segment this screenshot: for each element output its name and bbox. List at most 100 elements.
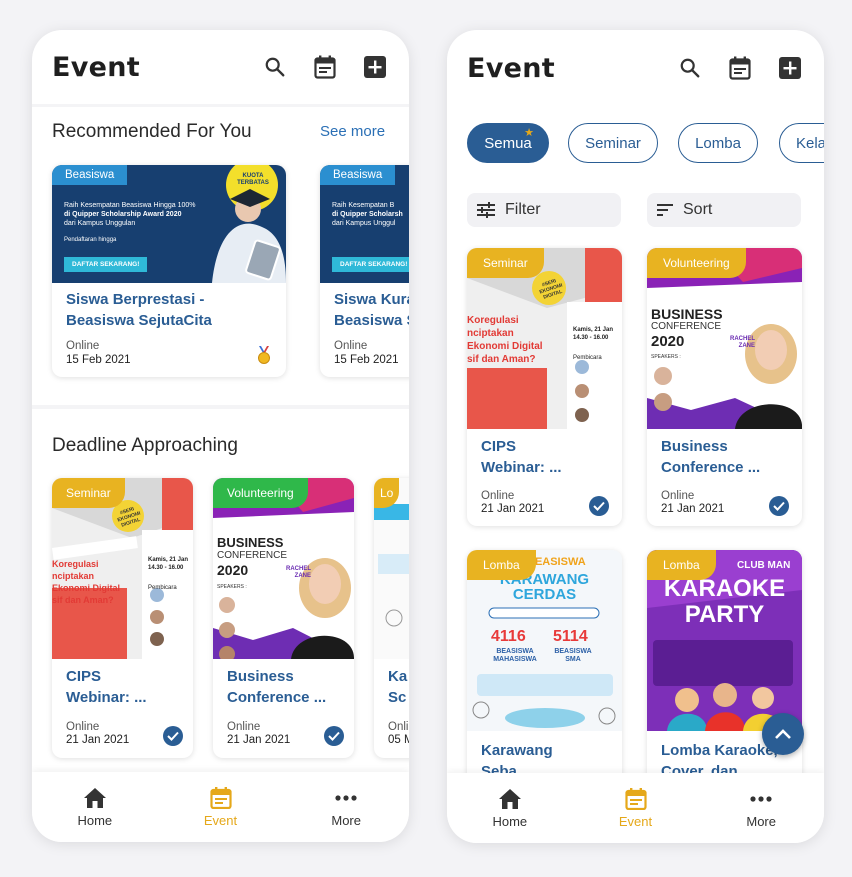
- check-icon: [163, 726, 183, 746]
- search-icon[interactable]: [678, 56, 702, 80]
- filter-chip-lomba[interactable]: Lomba: [678, 123, 758, 163]
- add-icon[interactable]: [363, 55, 387, 79]
- calendar-icon: [209, 786, 232, 809]
- poster-text: BEASISWA MAHASISWA: [493, 648, 537, 663]
- more-icon: [335, 794, 357, 801]
- event-date: 15 Feb 2021: [66, 354, 131, 366]
- filter-chip-semua[interactable]: Semua ★: [467, 123, 549, 163]
- scroll-top-button[interactable]: [762, 713, 804, 755]
- event-mode: Online: [227, 721, 261, 733]
- banner-text: di Quipper Scholarsh: [332, 211, 403, 218]
- bottom-nav: Home Event More: [32, 772, 409, 842]
- category-badge: Seminar: [52, 478, 125, 508]
- nav-home[interactable]: Home: [32, 772, 158, 842]
- banner-text: dari Kampus Unggul: [332, 220, 396, 227]
- category-badge: Beasiswa: [320, 165, 396, 185]
- event-card[interactable]: BUSINESS CONFERENCE 2020 RACHEL ZANE SPE…: [213, 478, 354, 758]
- card-title: Ka Sc: [388, 668, 408, 706]
- home-icon: [498, 788, 521, 809]
- filter-chip-seminar[interactable]: Seminar: [568, 123, 658, 163]
- nav-more[interactable]: More: [283, 772, 409, 842]
- poster-text: SPEAKERS :: [217, 584, 247, 590]
- ribbon-text: KUOTA TERBATAS: [237, 173, 269, 186]
- event-card[interactable]: BUSINESS CONFERENCE 2020 RACHEL ZANE SPE…: [647, 248, 802, 526]
- chevron-up-icon: [775, 729, 791, 739]
- nav-more[interactable]: More: [698, 773, 824, 843]
- filter-button[interactable]: Filter: [467, 193, 621, 227]
- poster-text: Pembicara: [148, 585, 177, 591]
- app-header: Event: [32, 30, 409, 104]
- event-card[interactable]: #SERI EKONOMI DIGITAL Koregulasi nciptak…: [52, 478, 193, 758]
- poster-text: 2020: [217, 562, 249, 578]
- calendar-icon: [624, 787, 647, 810]
- poster-text: sif dan Aman?: [52, 595, 114, 605]
- card-title: Lomba Karaoke, Cover, dan: [661, 742, 778, 773]
- poster-text: BUSINESS: [651, 306, 723, 322]
- search-icon[interactable]: [263, 55, 287, 79]
- sort-label: Sort: [683, 201, 713, 218]
- event-card[interactable]: BEASISWA KARAWANG CERDAS 4116 5114 BEASI…: [467, 550, 622, 773]
- event-mode: Onli: [388, 721, 409, 733]
- event-date: 21 Jan 2021: [66, 734, 130, 746]
- banner-text: Raih Kesempatan Beasiswa Hingga 100%: [64, 202, 196, 209]
- check-icon: [324, 726, 344, 746]
- category-badge: Volunteering: [213, 478, 308, 508]
- poster-text: Ekonomi Digital: [467, 341, 543, 352]
- bottom-nav: Home Event More: [447, 773, 824, 843]
- banner-text: Raih Kesempatan B: [332, 202, 395, 209]
- event-card[interactable]: #SERI EKONOMI DIGITAL Koregulasi nciptak…: [467, 248, 622, 526]
- see-more-link[interactable]: See more: [320, 123, 385, 140]
- event-grid[interactable]: #SERI EKONOMI DIGITAL Koregulasi nciptak…: [447, 245, 824, 773]
- banner-cta: DAFTAR SEKARANG!: [64, 257, 148, 272]
- event-card[interactable]: Raih Kesempatan Beasiswa Hingga 100% di …: [52, 165, 286, 377]
- poster-text: nciptakan: [467, 328, 514, 339]
- poster-text: 2020: [651, 333, 685, 350]
- event-mode: Online: [66, 721, 100, 733]
- nav-label: More: [331, 812, 361, 828]
- poster-text: BEASISWA: [527, 556, 586, 568]
- event-card[interactable]: Lo Ka Sc Onli 05 M: [374, 478, 409, 758]
- event-date: 05 M: [388, 734, 409, 746]
- calendar-icon[interactable]: [313, 55, 337, 79]
- poster-text: 14.30 - 16.00: [148, 565, 184, 571]
- poster-text: Koregulasi: [52, 559, 99, 569]
- sort-icon: [657, 204, 673, 216]
- app-header: Event: [447, 31, 824, 105]
- event-date: 21 Jan 2021: [481, 503, 545, 515]
- calendar-icon[interactable]: [728, 56, 752, 80]
- nav-event[interactable]: Event: [573, 773, 699, 843]
- poster-text: sif dan Aman?: [467, 354, 536, 365]
- filter-icon: [477, 202, 495, 218]
- deadline-carousel[interactable]: #SERI EKONOMI DIGITAL Koregulasi nciptak…: [32, 470, 409, 770]
- card-title: CIPS Webinar: ...: [66, 668, 147, 706]
- event-mode: Online: [334, 340, 368, 352]
- event-mode: Online: [66, 340, 100, 352]
- filter-chip-kelas[interactable]: Kela: [779, 123, 824, 163]
- poster-text: nciptakan: [52, 571, 95, 581]
- nav-label: Event: [618, 813, 653, 829]
- poster-text: PARTY: [684, 601, 765, 628]
- nav-home[interactable]: Home: [447, 773, 573, 843]
- poster-text: CLUB MAN: [737, 560, 791, 571]
- card-title: Business Conference ...: [227, 668, 327, 706]
- banner-text: di Quipper Scholarship Award 2020: [64, 211, 182, 218]
- poster-text: SPEAKERS :: [651, 354, 681, 360]
- nav-label: Home: [492, 813, 528, 829]
- event-date: 21 Jan 2021: [227, 734, 291, 746]
- poster-text: RACHEL ZANE: [286, 566, 311, 579]
- category-badge: Seminar: [467, 248, 544, 278]
- add-icon[interactable]: [778, 56, 802, 80]
- check-icon: [769, 496, 789, 516]
- recommended-carousel[interactable]: Raih Kesempatan Beasiswa Hingga 100% di …: [32, 160, 409, 385]
- event-date: 15 Feb 2021: [334, 354, 399, 366]
- event-card[interactable]: Raih Kesempatan B di Quipper Scholarsh d…: [320, 165, 409, 377]
- sort-button[interactable]: Sort: [647, 193, 801, 227]
- star-icon: ★: [524, 127, 534, 139]
- nav-event[interactable]: Event: [158, 772, 284, 842]
- category-badge: Lomba: [467, 550, 536, 580]
- poster-text: CONFERENCE: [217, 550, 288, 561]
- banner-text: dari Kampus Unggulan: [64, 220, 136, 227]
- event-mode: Online: [661, 490, 695, 502]
- card-title: Siswa Kura Beasiswa S: [334, 291, 409, 329]
- category-badge: Beasiswa: [52, 165, 128, 185]
